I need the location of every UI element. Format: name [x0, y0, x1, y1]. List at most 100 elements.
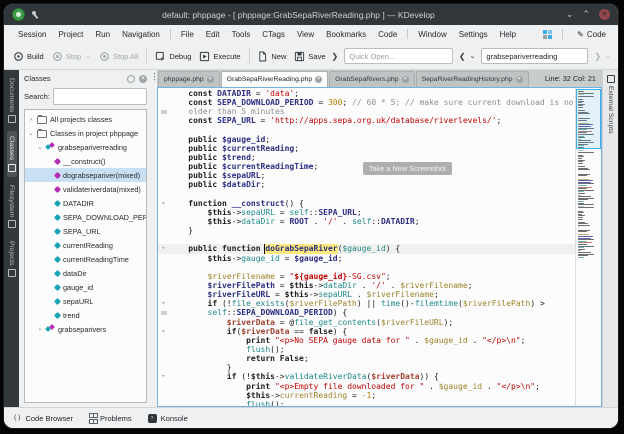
maximize-icon[interactable]: ⌃ [582, 10, 590, 19]
tree-item[interactable]: ⌄grabsepariverreading [25, 140, 146, 154]
code-view[interactable]: const DATADIR = 'data'; const SEPA_DOWNL… [158, 88, 575, 406]
minimap-scrollbar[interactable] [575, 88, 601, 406]
code-line[interactable]: $this->dataDir = ROOT . '/' . self::DATA… [158, 217, 575, 226]
code-line[interactable]: const DATADIR = 'data'; [158, 89, 575, 98]
problems-toolview[interactable]: Problems [89, 413, 132, 424]
code-line[interactable]: public $trend; [158, 153, 575, 162]
code-line[interactable]: $riverFileURL = $this->sepaURL . $riverF… [158, 290, 575, 299]
quick-open-input[interactable] [344, 48, 453, 64]
tree-item[interactable]: SEPA_URL [25, 224, 146, 238]
code-line[interactable]: public $currentReading; [158, 144, 575, 153]
code-line[interactable]: public $currentReadingTime; [158, 162, 575, 171]
tab-close-icon[interactable]: ✕ [516, 76, 523, 83]
tree-item[interactable]: currentReading [25, 238, 146, 252]
save-button[interactable]: Save [290, 48, 329, 65]
menu-item-view[interactable]: View [291, 28, 320, 41]
float-panel-icon[interactable] [127, 75, 135, 83]
menu-item-session[interactable]: Session [12, 28, 52, 41]
dock-tab-external-scripts[interactable]: External Scripts [607, 75, 615, 134]
tree-item[interactable]: trend [25, 308, 146, 322]
code-line[interactable]: ▾ function __construct() { [158, 199, 575, 208]
pin-icon[interactable] [31, 10, 40, 19]
menu-item-settings[interactable]: Settings [453, 28, 494, 41]
code-line[interactable]: ▾ if (!$this->validateRiverData($riverDa… [158, 372, 575, 381]
tree-item[interactable]: ›All projects classes [25, 112, 146, 126]
code-browser-toolview[interactable]: () Code Browser [13, 414, 73, 423]
tree-item[interactable]: gauge_id [25, 280, 146, 294]
menu-item-window[interactable]: Window [412, 28, 452, 41]
tree-item[interactable]: sepaURL [25, 294, 146, 308]
fold-marker-icon[interactable]: ▾ [158, 244, 169, 253]
code-line[interactable]: ▾ public function doGrabSepaRiver($gauge… [158, 244, 575, 253]
code-line[interactable]: $this->currentReading = -1; [158, 391, 575, 400]
new-button[interactable]: New [253, 48, 290, 65]
code-line[interactable]: older than 5 minutes [158, 107, 575, 116]
code-line[interactable]: $riverFilename = "${gauge_id}-SG.csv"; [158, 272, 575, 281]
editor-tab[interactable]: GrabSepaRiverReading.php✕ [221, 71, 328, 87]
editor-tab[interactable]: SepaRiverReadingHistory.php✕ [416, 71, 529, 87]
tree-item[interactable]: dataDir [25, 266, 146, 280]
toolbar-overflow-icon[interactable]: ❯ [330, 50, 341, 63]
fold-marker-icon[interactable]: ▾ [158, 299, 169, 308]
menu-item-edit[interactable]: Edit [200, 28, 226, 41]
menu-item-file[interactable]: File [175, 28, 200, 41]
code-line[interactable]: flush(); [158, 400, 575, 406]
debug-button[interactable]: Debug [151, 48, 195, 65]
classes-search-input[interactable] [53, 88, 147, 105]
menu-item-help[interactable]: Help [494, 28, 522, 41]
tree-item[interactable]: validateriverdata(mixed) [25, 182, 146, 196]
area-switcher-icon[interactable] [543, 30, 552, 39]
code-line[interactable]: public $gauge_id; [158, 135, 575, 144]
konsole-toolview[interactable]: › Konsole [148, 414, 188, 423]
build-button[interactable]: Build [9, 48, 48, 65]
tree-item[interactable]: dograbsepariver(mixed) [25, 168, 146, 182]
minimize-icon[interactable]: ⌄ [566, 10, 574, 19]
minimap-viewport[interactable] [576, 89, 601, 149]
editor-tab[interactable]: GrabSepaRivers.php✕ [329, 71, 414, 87]
tab-close-icon[interactable]: ✕ [315, 76, 322, 83]
expander-icon[interactable]: ⌄ [28, 129, 34, 137]
menu-item-run[interactable]: Run [89, 28, 116, 41]
fold-marker-icon[interactable]: ▾ [158, 372, 169, 381]
close-panel-icon[interactable]: ✕ [139, 75, 147, 83]
menu-item-code[interactable]: Code [372, 28, 403, 41]
code-area-button[interactable]: ✎ Code [573, 29, 610, 40]
tree-item[interactable]: ›grabseparivers [25, 322, 146, 336]
menu-item-bookmarks[interactable]: Bookmarks [320, 28, 372, 41]
dock-tab-classes[interactable]: Classes [7, 131, 17, 176]
close-icon[interactable]: ✕ [599, 9, 610, 20]
code-line[interactable]: ▾ if($riverData == false) { [158, 327, 575, 336]
dock-tab-documents[interactable]: Documents [7, 73, 17, 128]
fold-marker-icon[interactable]: ▾ [158, 327, 169, 336]
code-line[interactable]: $riverFilePath = $this->dataDir . '/' . … [158, 281, 575, 290]
editor-tab[interactable]: phppage.php✕ [158, 71, 220, 87]
execute-button[interactable]: Execute [195, 48, 244, 65]
search-input[interactable] [481, 48, 588, 64]
code-line[interactable] [158, 126, 575, 135]
code-line[interactable] [158, 190, 575, 199]
tree-item[interactable]: __construct() [25, 154, 146, 168]
titlebar[interactable]: default: phppage - [ phppage:GrabSepaRiv… [4, 4, 618, 25]
code-line[interactable] [158, 263, 575, 272]
code-line[interactable]: print "<p>Empty file downloaded for " . … [158, 382, 575, 391]
code-line[interactable]: public $dataDir; [158, 180, 575, 189]
tree-item[interactable]: SEPA_DOWNLOAD_PERIOD [25, 210, 146, 224]
menu-item-ctags[interactable]: CTags [256, 28, 291, 41]
tab-close-icon[interactable]: ✕ [207, 76, 214, 83]
code-line[interactable]: ▾ if (!file_exists($riverFilePath) || ti… [158, 299, 575, 308]
code-line[interactable]: const SEPA_DOWNLOAD_PERIOD = 300; // 60 … [158, 98, 575, 107]
tab-close-icon[interactable]: ✕ [402, 76, 409, 83]
search-prev-icon[interactable]: ❮ [457, 50, 468, 63]
tree-item[interactable]: DATADIR [25, 196, 146, 210]
fold-marker-icon[interactable]: ▾ [158, 199, 169, 208]
expander-icon[interactable]: › [28, 116, 34, 123]
code-line[interactable]: self::SEPA_DOWNLOAD_PERIOD) { [158, 308, 575, 317]
menu-item-navigation[interactable]: Navigation [116, 28, 166, 41]
code-line[interactable]: } [158, 363, 575, 372]
search-prev-dropdown-icon[interactable]: ⌄ [468, 50, 478, 62]
tree-item[interactable]: ⌄Classes in project phppage [25, 126, 146, 140]
code-line[interactable]: flush(); [158, 345, 575, 354]
code-line[interactable]: return False; [158, 354, 575, 363]
code-line[interactable]: $riverData = @file_get_contents($riverFi… [158, 318, 575, 327]
code-line[interactable]: const SEPA_URL = 'http://apps.sepa.org.u… [158, 116, 575, 125]
